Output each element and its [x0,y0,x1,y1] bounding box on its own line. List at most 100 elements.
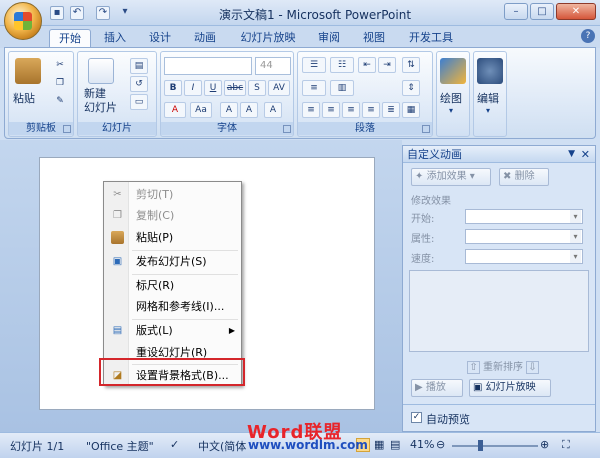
maximize-button[interactable]: □ [530,3,554,20]
font-color-button[interactable]: A [164,102,186,118]
office-button[interactable] [4,2,42,40]
align-right-icon[interactable]: ≡ [342,102,360,118]
dialog-launcher-icon[interactable] [422,125,430,133]
new-slide-label[interactable]: 新建 幻灯片 [84,87,128,115]
start-select[interactable] [465,209,583,224]
zoom-out-icon[interactable]: ⊖ [436,438,445,451]
underline-button[interactable]: U [204,80,222,96]
menu-item-layout[interactable]: ▤ 版式(L) ▶ [105,320,241,341]
cut-icon[interactable]: ✂ [51,58,69,74]
qat-dropdown-icon[interactable]: ▾ [118,6,132,20]
distribute-icon[interactable]: ≣ [382,102,400,118]
paste-label[interactable]: 粘贴 [13,90,35,106]
decrease-indent-icon[interactable]: ⇤ [358,57,376,73]
shadow-button[interactable]: S [248,80,266,96]
group-editing[interactable]: 编辑 ▾ [473,51,507,137]
tab-design[interactable]: 设计 [143,29,177,48]
align-text-icon[interactable]: ⇕ [402,80,420,96]
move-down-icon[interactable]: ⇩ [526,361,539,374]
slideshow-view-icon[interactable]: ▤ [390,438,400,451]
menu-item-copy[interactable]: ❐ 复制(C) [105,205,241,226]
fit-window-icon[interactable]: ⛶ [562,438,570,452]
close-button[interactable]: ✕ [556,3,596,20]
tab-insert[interactable]: 插入 [98,29,132,48]
italic-button[interactable]: I [184,80,202,96]
menu-item-paste[interactable]: 粘贴(P) [105,227,241,248]
tab-animation[interactable]: 动画 [188,29,222,48]
slideshow-button[interactable]: ▣ 幻灯片放映 [469,379,551,397]
grow-font-button[interactable]: A [220,102,238,118]
pane-title: 自定义动画 [407,148,462,161]
speed-select[interactable] [465,249,583,264]
autopreview-checkbox[interactable]: ✓ [411,412,422,423]
custom-animation-pane: 自定义动画 ▼ ✕ ✦ 添加效果 ▾ ✖ 删除 修改效果 开始: 属性: 速度:… [402,145,596,432]
zoom-slider[interactable] [452,445,538,447]
drawing-label: 绘图 [440,92,462,105]
text-direction-icon[interactable]: ⇅ [402,57,420,73]
strikethrough-button[interactable]: abc [224,80,246,96]
close-icon[interactable]: ✕ [581,146,590,163]
char-spacing-button[interactable]: AV [268,80,290,96]
minimize-button[interactable]: – [504,3,528,20]
columns-icon[interactable]: ▥ [330,80,354,96]
save-icon[interactable]: ▪ [50,6,64,20]
shrink-font-button[interactable]: A [240,102,258,118]
play-button[interactable]: ▶ 播放 [411,379,463,397]
align-left-icon[interactable]: ≡ [302,102,320,118]
font-name-combo[interactable] [164,57,252,75]
sorter-view-icon[interactable]: ▦ [374,438,384,451]
new-slide-icon[interactable] [88,58,114,84]
language[interactable]: 中文(简体 [198,438,246,454]
increase-indent-icon[interactable]: ⇥ [378,57,396,73]
move-up-icon[interactable]: ⇧ [467,361,480,374]
undo-icon[interactable]: ↶ [70,6,84,20]
copy-icon: ❐ [113,210,122,221]
justify-icon[interactable]: ≡ [362,102,380,118]
autopreview-label: 自动预览 [426,413,470,426]
bold-button[interactable]: B [164,80,182,96]
animation-list[interactable] [409,270,589,352]
add-effect-button[interactable]: ✦ 添加效果 ▾ [411,168,491,186]
spellcheck-icon[interactable]: ✓ [170,438,179,451]
menu-item-label: 版式(L) [136,324,173,337]
zoom-level[interactable]: 41% [410,438,434,451]
add-effect-label: 添加效果 [426,171,467,182]
zoom-slider-thumb[interactable] [478,440,483,451]
tab-developer[interactable]: 开发工具 [403,29,459,48]
property-select[interactable] [465,229,583,244]
menu-item-publish-slides[interactable]: ▣ 发布幻灯片(S) [105,251,241,272]
font-size-combo[interactable]: 44 [255,57,291,75]
remove-button[interactable]: ✖ 删除 [499,168,549,186]
menu-item-ruler[interactable]: 标尺(R) [105,275,241,296]
redo-icon[interactable]: ↷ [96,6,110,20]
group-font: 44 B I U abc S AV A Aa A A A 字体 [160,51,294,137]
dialog-launcher-icon[interactable] [63,125,71,133]
change-case-button[interactable]: Aa [190,102,212,118]
copy-icon[interactable]: ❐ [51,76,69,92]
dialog-launcher-icon[interactable] [283,125,291,133]
paste-icon[interactable] [15,58,41,84]
pane-menu-icon[interactable]: ▼ [568,146,575,163]
menu-item-cut[interactable]: ✂ 剪切(T) [105,184,241,205]
zoom-in-icon[interactable]: ⊕ [540,438,549,451]
tab-home[interactable]: 开始 [49,29,91,48]
tab-review[interactable]: 审阅 [312,29,346,48]
menu-item-label: 标尺(R) [136,279,175,292]
line-spacing-icon[interactable]: ≡ [302,80,326,96]
numbering-icon[interactable]: ☷ [330,57,354,73]
tab-slideshow[interactable]: 幻灯片放映 [236,29,300,48]
align-center-icon[interactable]: ≡ [322,102,340,118]
reset-icon[interactable]: ↺ [130,76,148,92]
tab-view[interactable]: 视图 [357,29,391,48]
format-painter-icon[interactable]: ✎ [51,94,69,110]
smartart-icon[interactable]: ▦ [402,102,420,118]
group-drawing[interactable]: 绘图 ▾ [436,51,470,137]
layout-icon[interactable]: ▤ [130,58,148,74]
theme-name[interactable]: "Office 主题" [86,438,154,454]
delete-slide-icon[interactable]: ▭ [130,94,148,110]
slideshow-icon: ▣ [473,382,483,393]
menu-item-grid-guides[interactable]: 网格和参考线(I)... [105,296,241,317]
clear-format-button[interactable]: A [264,102,282,118]
help-icon[interactable]: ? [581,29,595,43]
bullets-icon[interactable]: ☰ [302,57,326,73]
